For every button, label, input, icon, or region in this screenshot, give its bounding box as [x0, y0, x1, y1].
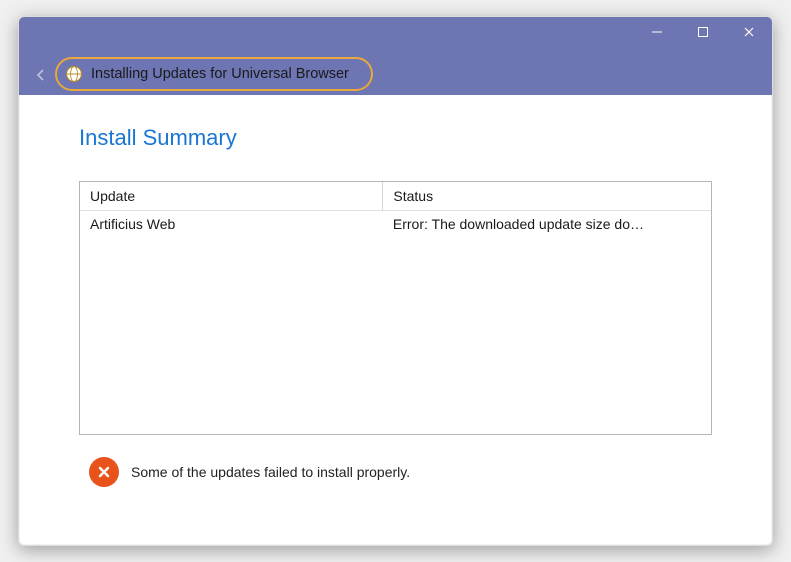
window-title: Installing Updates for Universal Browser — [91, 66, 349, 82]
footer-text: Some of the updates failed to install pr… — [131, 464, 410, 480]
table-header-row: Update Status — [80, 182, 711, 211]
col-header-status[interactable]: Status — [383, 182, 711, 211]
close-button[interactable] — [726, 17, 772, 47]
maximize-button[interactable] — [680, 17, 726, 47]
back-arrow-icon[interactable] — [31, 65, 51, 85]
col-header-update[interactable]: Update — [80, 182, 383, 211]
cell-update-name: Artificius Web — [80, 211, 383, 238]
minimize-button[interactable] — [634, 17, 680, 47]
footer-message: Some of the updates failed to install pr… — [89, 457, 712, 487]
installer-window: Installing Updates for Universal Browser… — [18, 16, 773, 546]
page-heading: Install Summary — [79, 125, 712, 151]
summary-table-container: Update Status Artificius Web Error: The … — [79, 181, 712, 435]
titlebar: Installing Updates for Universal Browser — [19, 17, 772, 95]
error-icon — [89, 457, 119, 487]
title-pill: Installing Updates for Universal Browser — [55, 57, 373, 91]
globe-icon — [65, 65, 83, 83]
table-row[interactable]: Artificius Web Error: The downloaded upd… — [80, 211, 711, 238]
window-controls — [634, 17, 772, 47]
content-area: Install Summary Update Status Artificius… — [19, 95, 772, 507]
cell-status: Error: The downloaded update size do… — [383, 211, 711, 238]
summary-table: Update Status Artificius Web Error: The … — [80, 182, 711, 237]
